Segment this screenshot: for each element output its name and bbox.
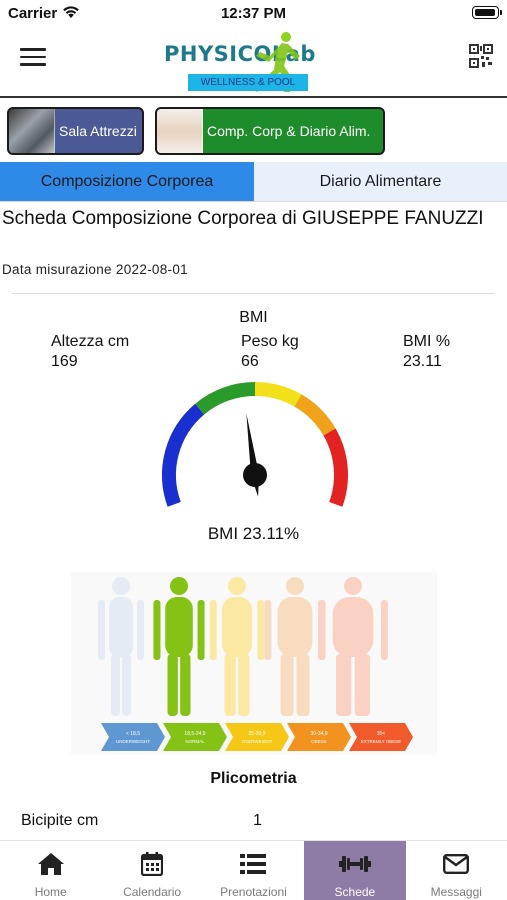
bmi-category-name: OBESE — [311, 739, 327, 744]
gauge-segment — [254, 381, 302, 407]
app-logo: PHYSICOLab WELLNESS & POOL — [160, 30, 335, 94]
bmi-heading: BMI — [239, 309, 268, 326]
body-figure — [264, 577, 326, 716]
sala-attrezzi-button[interactable]: Sala Attrezzi — [7, 107, 144, 155]
home-icon — [37, 853, 64, 875]
nav-messaggi-label: Messaggi — [430, 885, 482, 899]
gym-equipment-thumbnail — [9, 109, 55, 153]
bmi-percent-value: 23.11 — [403, 353, 442, 370]
weight-stat: Peso kg 66 — [241, 332, 299, 372]
gauge-segment — [195, 381, 256, 415]
bmi-category-range: 35< — [377, 731, 386, 737]
status-bar: Carrier 12:37 PM — [0, 0, 507, 28]
height-label: Altezza cm — [51, 333, 130, 350]
gauge-needle — [243, 413, 267, 497]
nav-prenotazioni[interactable]: Prenotazioni — [203, 841, 304, 900]
dumbbell-icon — [338, 856, 371, 872]
calendar-icon — [141, 852, 164, 876]
hamburger-menu-icon[interactable] — [20, 48, 46, 70]
weight-value: 66 — [241, 353, 259, 370]
tab-composizione-corporea[interactable]: Composizione Corporea — [0, 162, 254, 201]
nav-schede[interactable]: Schede — [304, 841, 406, 900]
clock: 12:37 PM — [220, 5, 287, 22]
app-header: PHYSICOLab WELLNESS & POOL — [0, 28, 507, 98]
bmi-percent-stat: BMI % 23.11 — [403, 332, 450, 372]
bmi-category-arrow — [163, 723, 227, 751]
battery-icon — [472, 6, 502, 19]
bmi-category-arrow — [225, 723, 289, 751]
tab-bar: Composizione Corporea Diario Alimentare — [0, 162, 507, 202]
body-figure — [98, 577, 144, 716]
bmi-category-name: UNDERWEIGHT — [116, 739, 150, 744]
bicipite-value: 1 — [253, 812, 262, 829]
bmi-category-range: 25-29,9 — [249, 731, 266, 737]
body-figure — [153, 577, 205, 716]
nav-home-label: Home — [34, 885, 67, 899]
bmi-percent-label: BMI % — [403, 333, 451, 350]
gauge-segment — [294, 394, 336, 436]
gauge-segment — [162, 403, 205, 507]
bmi-body-figures-illustration: < 18,5 UNDERWEIGHT 18,5-24,9 NORMAL 25-29,9 O… — [71, 572, 437, 755]
bmi-category-range: < 18,5 — [126, 731, 140, 737]
bicipite-label: Bicipite cm — [21, 812, 99, 829]
body-figure — [209, 577, 265, 716]
bottom-navigation: Home Calendario Prenotazioni Schede Mess… — [0, 840, 507, 900]
list-icon — [240, 854, 267, 874]
bmi-category-arrow — [101, 723, 165, 751]
plicometria-heading: Plicometria — [210, 770, 297, 787]
nav-schede-label: Schede — [334, 885, 376, 899]
tab-diario-alimentare[interactable]: Diario Alimentare — [254, 162, 507, 201]
body-composition-thumbnail — [157, 109, 203, 153]
comp-corp-diario-button[interactable]: Comp. Corp & Diario Alim. — [155, 107, 385, 155]
bmi-caption: BMI 23.11% — [207, 524, 300, 543]
comp-corp-diario-label: Comp. Corp & Diario Alim. — [207, 123, 371, 139]
nav-calendario-label: Calendario — [123, 885, 182, 899]
gauge-segment — [323, 428, 348, 507]
bmi-category-name: NORMAL — [185, 739, 205, 744]
divider — [12, 293, 495, 294]
bmi-category-name: OVERWEIGHT — [242, 739, 273, 744]
gauge-hub — [243, 463, 267, 487]
nav-calendario[interactable]: Calendario — [101, 841, 202, 900]
measurement-date: Data misurazione 2022-08-01 — [2, 262, 188, 277]
nav-prenotazioni-label: Prenotazioni — [220, 885, 287, 899]
sala-attrezzi-label: Sala Attrezzi — [59, 123, 137, 139]
body-figure — [318, 577, 388, 716]
bmi-gauge — [162, 381, 348, 507]
height-value: 169 — [51, 353, 78, 370]
nav-home[interactable]: Home — [0, 841, 101, 900]
logo-subtitle: WELLNESS & POOL — [188, 74, 308, 91]
sheet-title: Scheda Composizione Corporea di GIUSEPPE… — [2, 208, 484, 229]
height-stat: Altezza cm 169 — [51, 332, 129, 372]
module-bar: Sala Attrezzi Comp. Corp & Diario Alim. — [0, 99, 507, 161]
bmi-category-range: 18,5-24,9 — [184, 731, 205, 737]
envelope-icon — [443, 854, 470, 874]
bmi-category-name: EXTREMLY OBESE — [361, 739, 402, 744]
weight-label: Peso kg — [241, 333, 299, 350]
bmi-category-range: 30-34,9 — [311, 731, 328, 737]
bmi-category-arrow — [349, 723, 413, 751]
bmi-category-arrow — [287, 723, 351, 751]
qr-code-icon[interactable] — [469, 44, 493, 68]
nav-messaggi[interactable]: Messaggi — [406, 841, 507, 900]
